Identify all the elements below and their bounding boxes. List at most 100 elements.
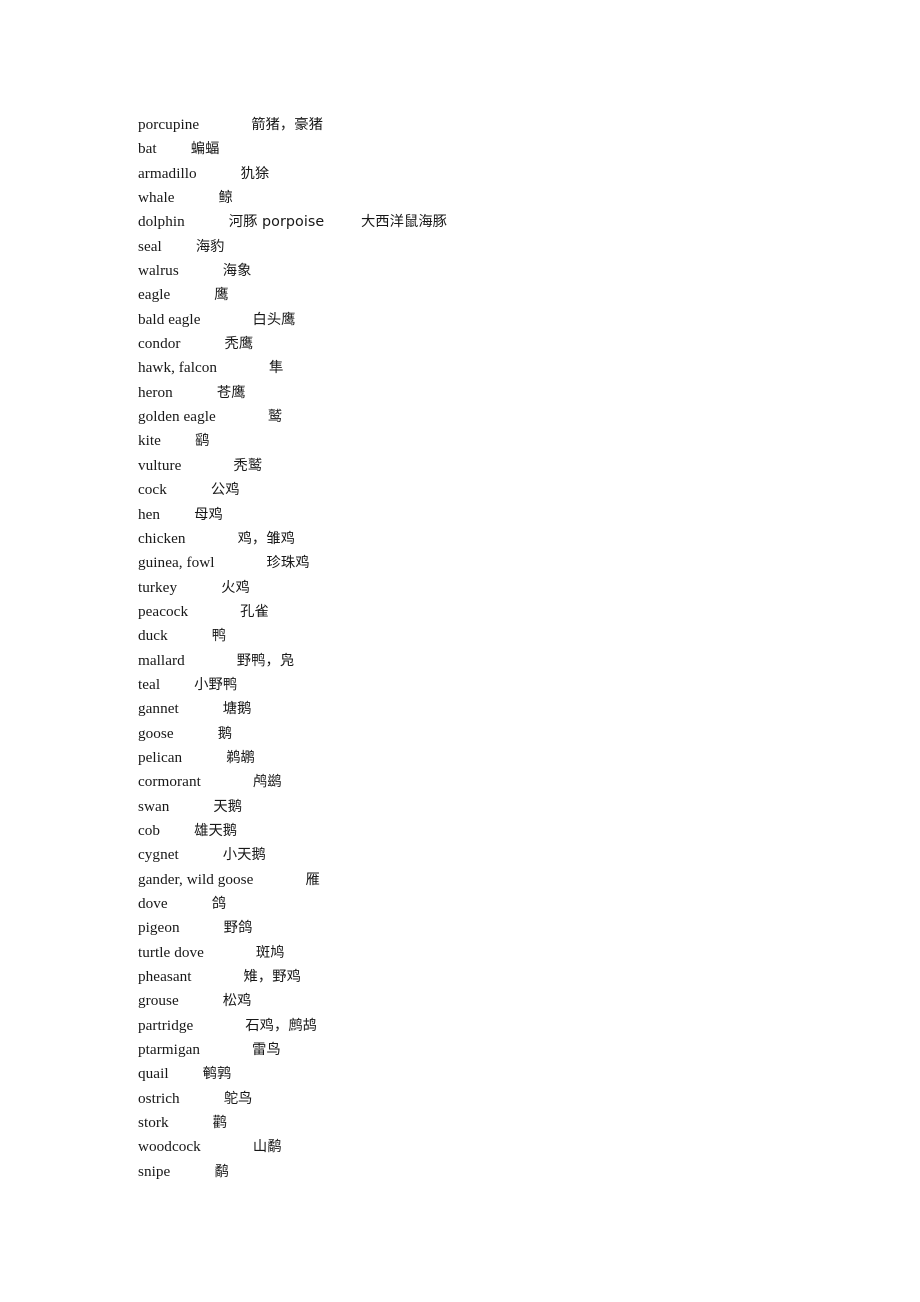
vocabulary-entry: quail 鹌鹑 [138,1062,878,1086]
entry-term-english: cock [138,481,167,499]
entry-gloss-chinese: 海象 [222,263,252,280]
entry-gloss-chinese: 小天鹅 [222,847,266,864]
entry-term-english: grouse [138,992,179,1010]
entry-gloss-chinese: 秃鹫 [233,457,263,474]
entry-gloss-chinese: 石鸡，鹧鸪 [245,1017,318,1034]
entry-gloss-chinese: 箭猪，豪猪 [251,117,323,133]
entry-term-english: hen [138,505,161,523]
entry-term-english: whale [138,189,175,207]
vocabulary-entry: bald eagle 白头鹰 [138,308,878,332]
entry-term-english: armadillo [138,164,197,182]
vocabulary-entry: pheasant 雉，野鸡 [138,965,878,989]
entry-term-english: gannet [138,700,179,718]
vocabulary-entry: duck 鸭 [138,624,878,648]
vocabulary-entry: guinea, fowl 珍珠鸡 [138,551,878,575]
entry-term-english: swan [138,797,170,815]
document-page: porcupine 箭猪，豪猪 bat 蝙蝠 armadillo 犰狳 whale 鲸 dolp… [0,0,920,1302]
entry-gloss-chinese: 鹞 [194,433,210,450]
entry-gloss-chinese: 白头鹰 [252,311,296,328]
entry-term-english: peacock [138,602,189,620]
entry-gloss-chinese: 鹫 [267,409,283,426]
entry-gloss-chinese: 鹅 [217,725,233,742]
vocabulary-entry: snipe 鹬 [138,1160,878,1184]
entry-gloss-chinese: 鲸 [218,190,233,207]
entry-gloss-chinese: 火鸡 [221,579,250,596]
vocabulary-entry: golden eagle 鹫 [138,405,878,429]
vocabulary-entry: turkey 火鸡 [138,576,878,600]
vocabulary-entry: dolphin 河豚 porpoise 大西洋鼠海豚 [138,210,878,234]
entry-term-english: bat [138,140,157,158]
entry-gloss-chinese: 公鸡 [210,482,240,499]
vocabulary-entry: teal 小野鸭 [138,673,878,697]
entry-term-english: condor [138,335,181,353]
entry-gloss-chinese: 鸵鸟 [223,1090,253,1107]
entry-gloss-chinese: 雁 [305,871,320,888]
vocabulary-entry: goose 鹅 [138,722,878,746]
entry-gloss-chinese: 雉，野鸡 [243,969,301,986]
vocabulary-entry: heron 苍鹰 [138,381,878,405]
entry-gloss-chinese: 塘鹅 [222,701,252,718]
vocabulary-entry: gander, wild goose 雁 [138,868,878,892]
entry-gloss-chinese: 鹈鹕 [226,749,255,766]
vocabulary-entry: stork 鹳 [138,1111,878,1135]
vocabulary-entry: porcupine 箭猪，豪猪 [138,113,878,137]
entry-term-english: ptarmigan [138,1041,201,1059]
entry-gloss-chinese: 鸽 [211,896,227,912]
vocabulary-entry: vulture 秃鹫 [138,454,878,478]
entry-term-english: pheasant [138,968,192,986]
vocabulary-entry: hen 母鸡 [138,503,878,527]
vocabulary-entry: ostrich 鸵鸟 [138,1087,878,1111]
vocabulary-entry: kite 鹞 [138,429,878,453]
vocabulary-entry: armadillo 犰狳 [138,162,878,186]
entry-term-english: turtle dove [138,943,204,961]
entry-gloss-chinese: 鹬 [214,1163,229,1180]
entry-term-english: walrus [138,262,179,280]
entry-gloss-chinese: 河豚 porpoise 大西洋鼠海豚 [228,214,448,231]
vocabulary-entry: dove 鸽 [138,892,878,916]
entry-term-english: partridge [138,1016,194,1034]
entry-gloss-chinese: 犰狳 [240,165,270,182]
entry-term-english: seal [138,237,162,255]
entry-term-english: goose [138,724,174,742]
entry-gloss-chinese: 小野鸭 [194,676,238,693]
entry-gloss-chinese: 苍鹰 [216,384,246,401]
vocabulary-entry: cygnet 小天鹅 [138,843,878,867]
vocabulary-entry: chicken 鸡，雏鸡 [138,527,878,551]
entry-term-english: woodcock [138,1138,201,1156]
entry-gloss-chinese: 母鸡 [194,506,223,523]
entry-term-english: turkey [138,578,178,596]
entry-term-english: pigeon [138,919,180,937]
vocabulary-entry: walrus 海象 [138,259,878,283]
vocabulary-entry: hawk, falcon 隼 [138,356,878,380]
vocabulary-entry: bat 蝙蝠 [138,137,878,161]
entry-term-english: snipe [138,1162,171,1180]
entry-term-english: cob [138,821,161,839]
vocabulary-entry: cock 公鸡 [138,478,878,502]
entry-gloss-chinese: 秃鹰 [224,336,254,353]
vocabulary-entry: eagle 鹰 [138,283,878,307]
entry-term-english: gander, wild goose [138,870,254,888]
entry-term-english: heron [138,383,173,401]
vocabulary-entry: grouse 松鸡 [138,989,878,1013]
entry-term-english: duck [138,627,168,645]
entry-gloss-chinese: 珍珠鸡 [266,555,310,572]
vocabulary-entry: woodcock 山鹬 [138,1135,878,1159]
entry-gloss-chinese: 鹰 [214,287,229,304]
vocabulary-entry: turtle dove 斑鸠 [138,941,878,965]
entry-gloss-chinese: 天鹅 [213,798,243,815]
vocabulary-entry: swan 天鹅 [138,795,878,819]
entry-gloss-chinese: 野鸭，凫 [236,652,295,669]
entry-gloss-chinese: 鸭 [211,628,227,645]
vocabulary-entry: mallard 野鸭，凫 [138,649,878,673]
entry-term-english: golden eagle [138,408,216,426]
entry-gloss-chinese: 蝙蝠 [190,141,220,158]
entry-term-english: chicken [138,529,186,547]
vocabulary-entry: partridge 石鸡，鹧鸪 [138,1014,878,1038]
entry-term-english: hawk, falcon [138,359,218,377]
entry-gloss-chinese: 孔雀 [240,603,269,620]
entry-term-english: porcupine [138,116,200,133]
entry-gloss-chinese: 隼 [269,360,284,377]
entry-term-english: guinea, fowl [138,554,215,572]
entry-gloss-chinese: 鹳 [212,1115,227,1132]
entry-gloss-chinese: 海豹 [195,238,225,255]
